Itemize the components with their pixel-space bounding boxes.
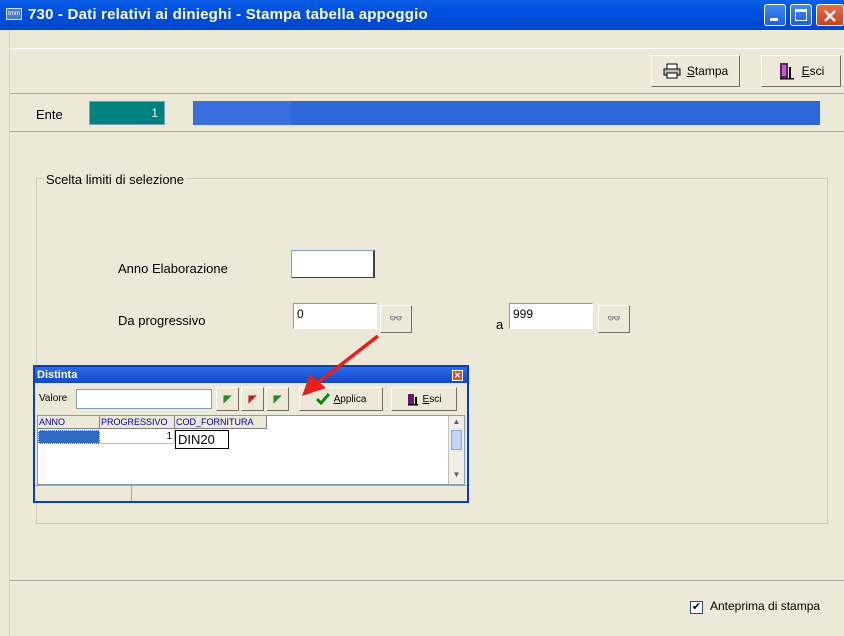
ente-description-bar (193, 101, 820, 125)
printer-icon (663, 63, 681, 79)
ente-label: Ente (36, 107, 63, 122)
funnel-left-icon: ◤ (223, 393, 232, 405)
filter-button[interactable]: ◤ (241, 387, 264, 411)
print-button-label: Stampa (686, 64, 729, 78)
window-left-edge (0, 30, 10, 636)
distinta-grid[interactable]: ANNO PROGRESSIVO COD_FORNITURA 1 DIN20 ▲… (37, 415, 465, 485)
minimize-button[interactable] (764, 4, 786, 26)
a-progressivo-input[interactable]: 999 (509, 303, 593, 329)
maximize-button[interactable] (790, 4, 812, 26)
ente-field[interactable]: 1 (89, 101, 165, 125)
grid-vertical-scrollbar[interactable]: ▲ ▼ (448, 416, 464, 484)
app-icon: tmm (6, 8, 22, 20)
da-progressivo-lookup-button[interactable]: 👓 (380, 305, 412, 333)
preview-checkbox-label[interactable]: Anteprima di stampa (710, 599, 820, 613)
exit-door-icon (779, 63, 794, 80)
scroll-down-icon[interactable]: ▼ (450, 470, 463, 482)
funnel-right-icon: ◤ (273, 393, 282, 405)
valore-label: Valore (39, 393, 68, 404)
scroll-thumb[interactable] (451, 430, 462, 450)
minimize-icon (770, 18, 778, 21)
window-title: 730 - Dati relativi ai dinieghi - Stampa… (28, 6, 428, 23)
exit-button-label: Esci (801, 64, 825, 78)
popup-status-bar (35, 485, 467, 501)
scroll-up-icon[interactable]: ▲ (450, 417, 463, 429)
exit-door-icon (407, 393, 418, 405)
distinta-popup: Distinta ✕ Valore ◤ ◤ ◤ Applica Esci ANN… (33, 365, 469, 503)
anno-elaborazione-label: Anno Elaborazione (118, 261, 228, 276)
column-header-cod-fornitura[interactable]: COD_FORNITURA (175, 416, 267, 429)
glasses-icon: 👓 (607, 313, 621, 325)
funnel-icon: ◤ (248, 393, 257, 405)
status-divider (131, 486, 132, 501)
maximize-icon (795, 9, 807, 21)
popup-exit-label: Esci (422, 393, 442, 405)
close-button[interactable] (816, 4, 844, 26)
popup-title-bar[interactable]: Distinta ✕ (35, 367, 467, 383)
filter-next-button[interactable]: ◤ (266, 387, 289, 411)
glasses-icon: 👓 (389, 313, 403, 325)
da-progressivo-input[interactable]: 0 (293, 303, 377, 329)
cell-progressivo[interactable]: 1 (100, 430, 175, 444)
valore-input[interactable] (76, 389, 212, 409)
cell-anno[interactable] (38, 430, 100, 444)
checkmark-icon: ✔ (691, 601, 702, 613)
a-label: a (496, 317, 504, 332)
close-icon (824, 10, 836, 22)
exit-button[interactable]: Esci (761, 55, 841, 87)
popup-title: Distinta (37, 369, 78, 381)
anno-elaborazione-input[interactable] (291, 250, 375, 278)
a-progressivo-lookup-button[interactable]: 👓 (598, 305, 630, 333)
cell-cod-fornitura[interactable]: DIN20 (175, 430, 229, 449)
popup-exit-button[interactable]: Esci (391, 387, 457, 411)
filter-prev-button[interactable]: ◤ (216, 387, 239, 411)
close-icon: ✕ (454, 371, 461, 380)
red-arrow-annotation (302, 334, 380, 396)
print-button[interactable]: Stampa (651, 55, 740, 87)
title-bar[interactable]: tmm 730 - Dati relativi ai dinieghi - St… (0, 0, 844, 30)
group-caption: Scelta limiti di selezione (44, 172, 187, 187)
column-header-progressivo[interactable]: PROGRESSIVO (100, 416, 175, 429)
preview-checkbox[interactable]: ✔ (690, 601, 703, 614)
da-progressivo-label: Da progressivo (118, 313, 206, 328)
popup-close-button[interactable]: ✕ (452, 370, 463, 381)
column-header-anno[interactable]: ANNO (38, 416, 100, 429)
